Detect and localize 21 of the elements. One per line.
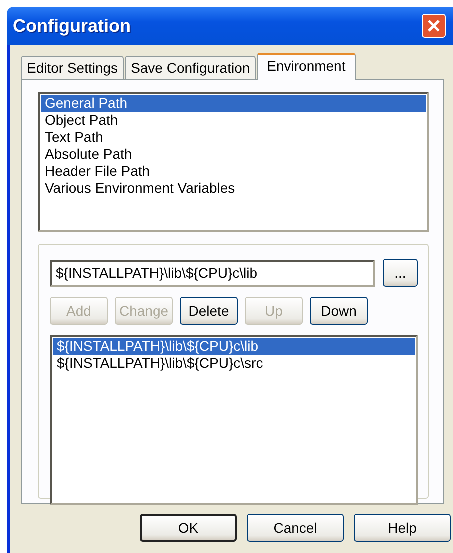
list-item[interactable]: Header File Path xyxy=(41,163,426,180)
dialog-button[interactable]: Help xyxy=(354,514,451,542)
list-item[interactable]: Various Environment Variables xyxy=(41,180,426,197)
list-item[interactable]: ${INSTALLPATH}\lib\${CPU}c\src xyxy=(53,355,415,372)
dialog-button[interactable]: OK xyxy=(140,514,237,542)
path-input-field[interactable]: ${INSTALLPATH}\lib\${CPU}c\lib xyxy=(50,260,375,286)
list-item[interactable]: Text Path xyxy=(41,129,426,146)
close-button[interactable] xyxy=(422,14,446,38)
tab[interactable]: Save Configuration xyxy=(125,56,256,79)
browse-button[interactable]: ... xyxy=(383,259,418,287)
dialog-button[interactable]: Cancel xyxy=(247,514,344,542)
list-item[interactable]: Absolute Path xyxy=(41,146,426,163)
tab[interactable]: Environment xyxy=(257,53,356,80)
list-item[interactable]: ${INSTALLPATH}\lib\${CPU}c\lib xyxy=(53,338,415,355)
list-item[interactable]: Object Path xyxy=(41,112,426,129)
close-icon xyxy=(427,19,441,33)
list-item[interactable]: General Path xyxy=(41,95,426,112)
tab[interactable]: Editor Settings xyxy=(21,56,124,79)
action-button[interactable]: Delete xyxy=(180,297,238,325)
action-button[interactable]: Down xyxy=(310,297,368,325)
window-title: Configuration xyxy=(13,16,132,36)
